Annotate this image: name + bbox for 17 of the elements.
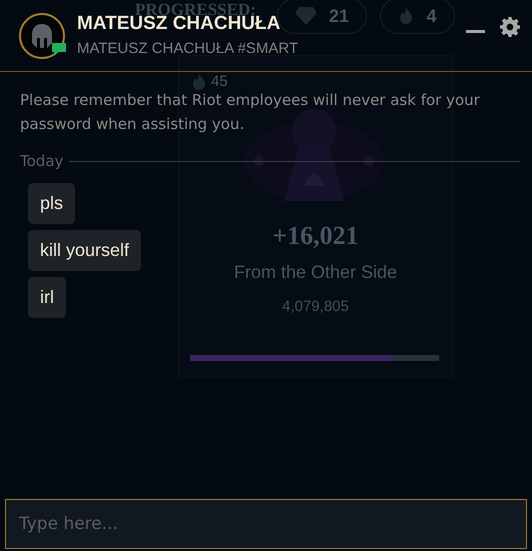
points-label: 45 [211,72,228,92]
message-input[interactable]: Type here... [5,499,527,549]
helmet-icon [31,24,53,48]
gem-icon [294,7,317,25]
message-bubble: pls [28,182,76,224]
settings-icon[interactable] [500,17,520,37]
flame-icon [191,73,207,92]
riot-id: MATEUSZ CHACHUŁA #SMART [77,39,298,59]
card-title: From the Other Side [234,261,398,284]
total-value: 4,079,805 [282,297,349,317]
gain-value: +16,021 [272,220,359,252]
security-notice: Please remember that Riot employees will never ask for your password when assisting you. [20,90,481,135]
stat-pill: 4 [380,0,455,34]
day-label: Today [20,151,64,172]
flame-icon [398,7,414,25]
message-bubble: irl [28,276,66,318]
message-bubble: kill yourself [28,230,142,270]
